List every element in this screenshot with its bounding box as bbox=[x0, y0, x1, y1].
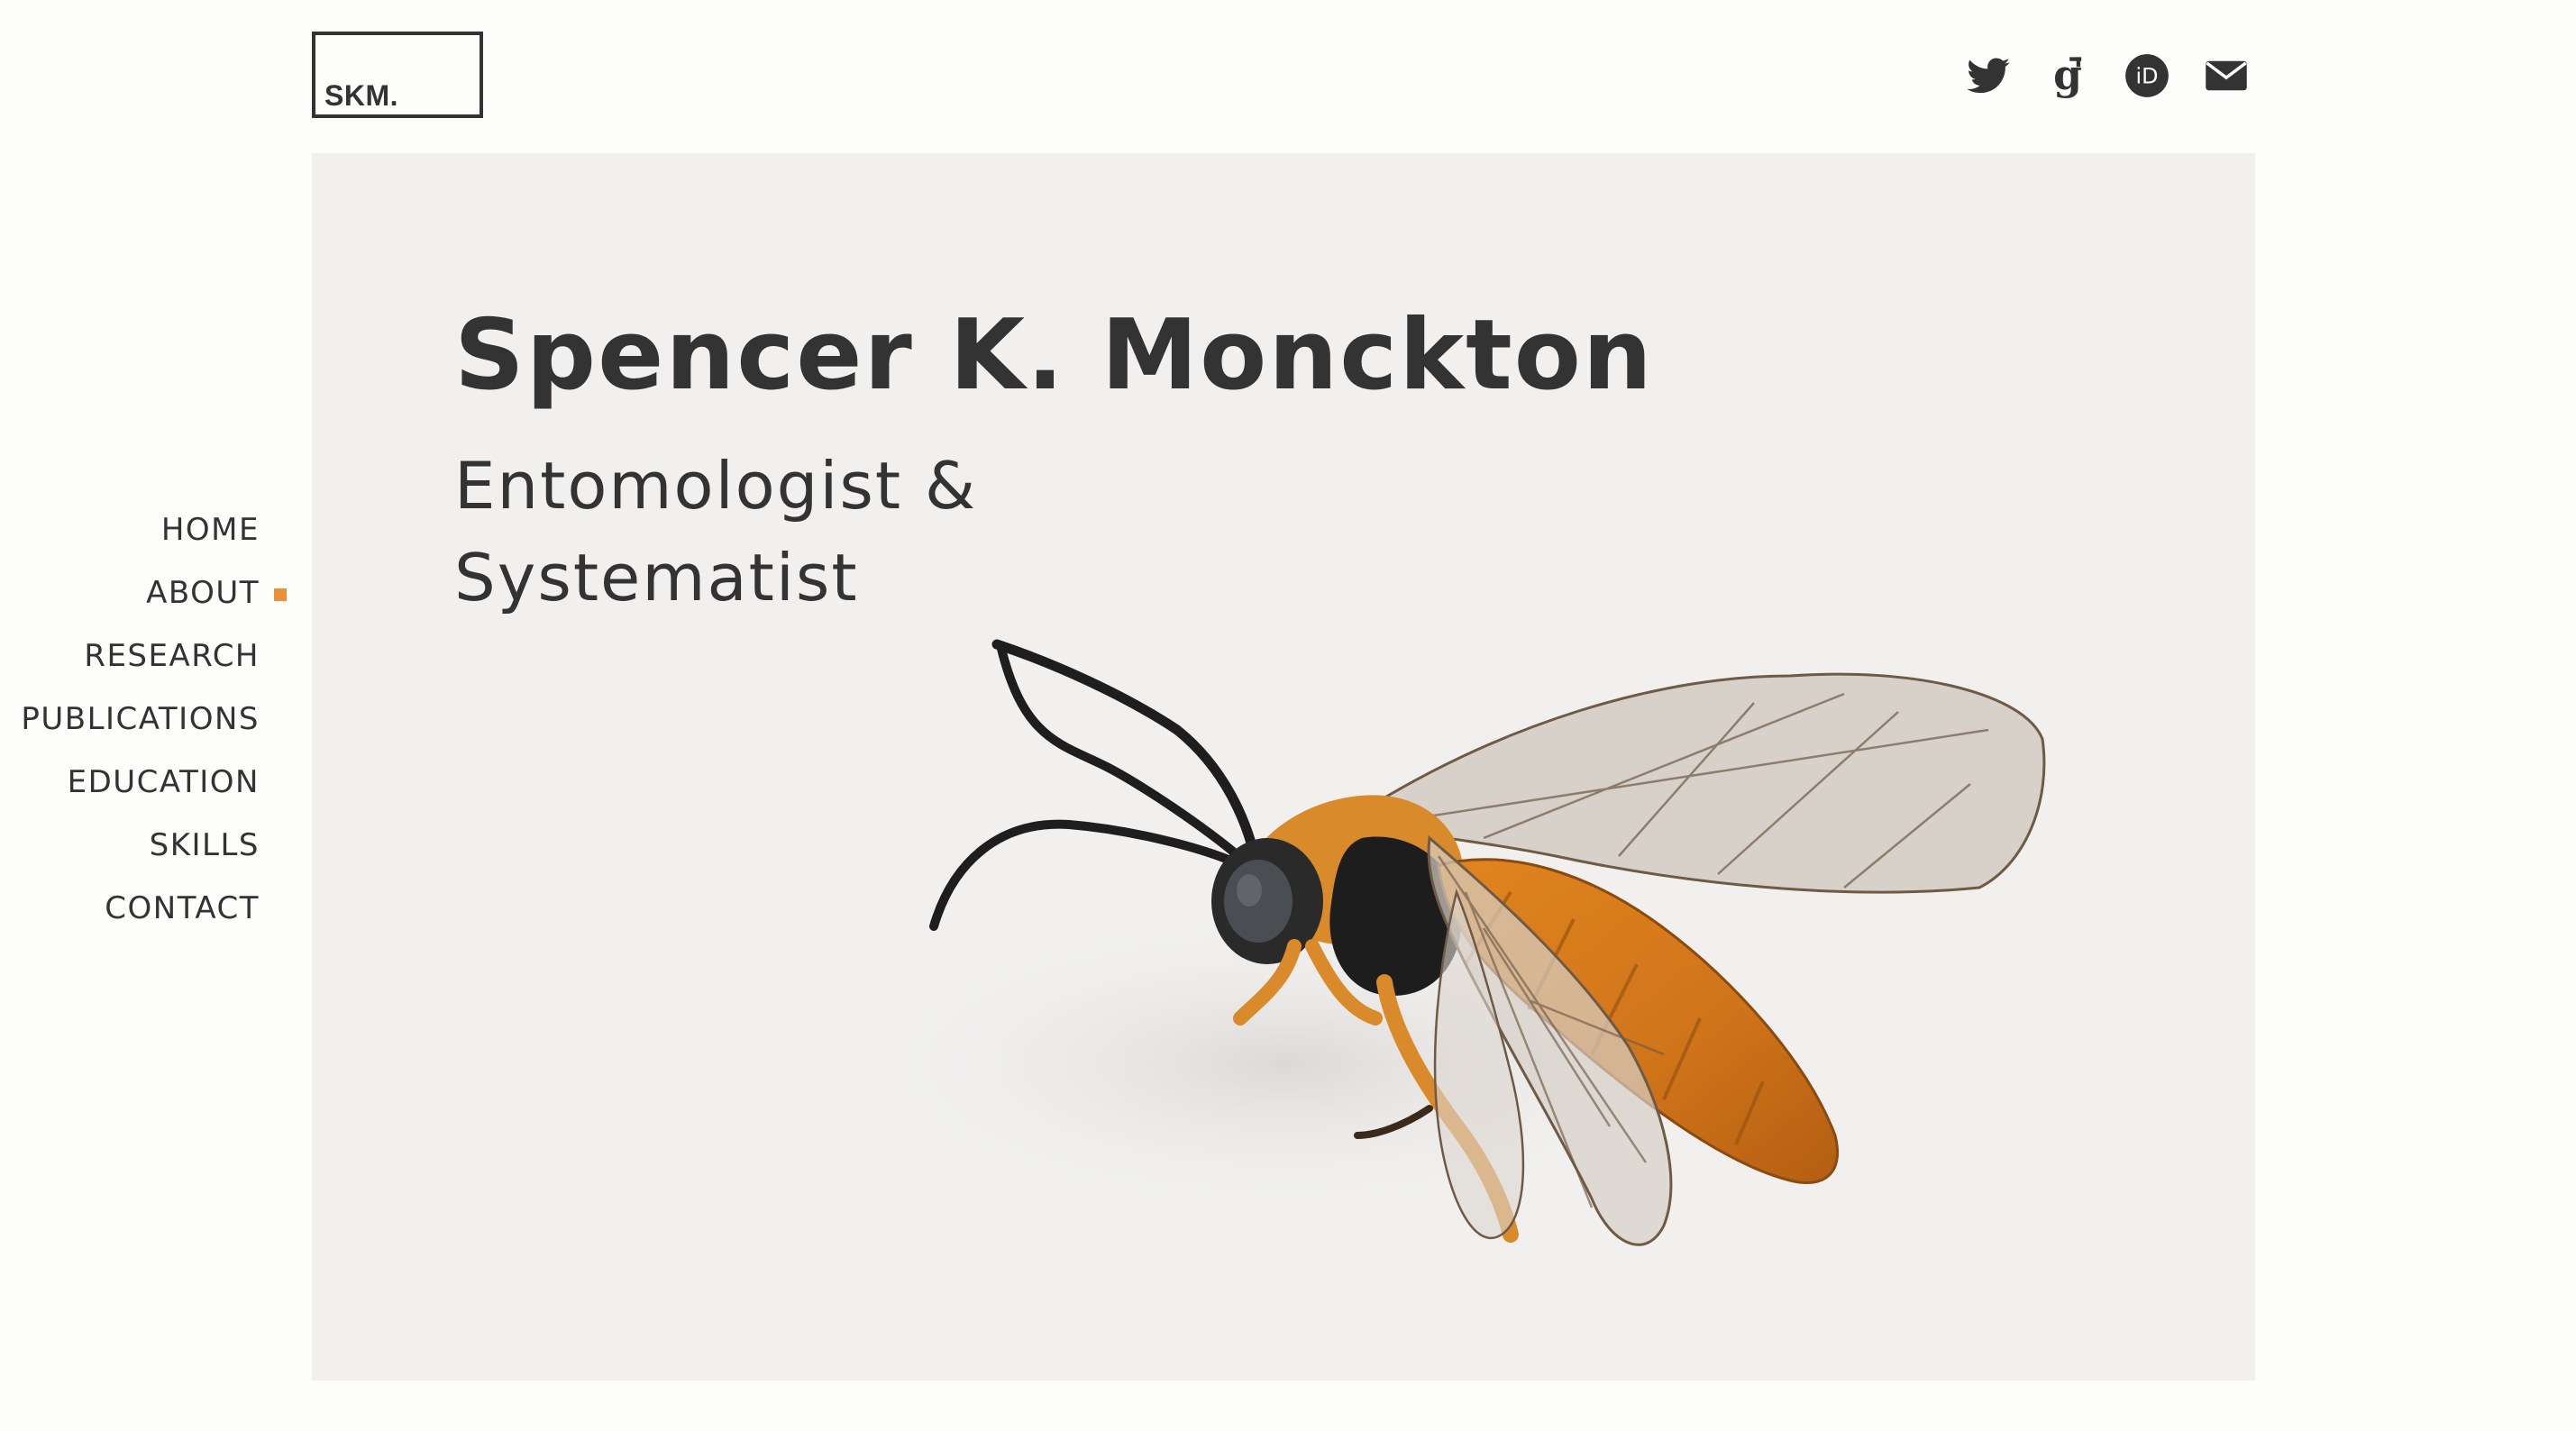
nav-item-label: PUBLICATIONS bbox=[21, 701, 260, 737]
nav-item-publications[interactable]: PUBLICATIONS bbox=[0, 690, 260, 753]
svg-text:iD: iD bbox=[2136, 64, 2159, 89]
twitter-icon[interactable] bbox=[1965, 52, 2012, 99]
email-icon[interactable] bbox=[2203, 52, 2250, 99]
nav-item-label: HOME bbox=[160, 512, 260, 548]
nav-item-skills[interactable]: SKILLS bbox=[0, 816, 260, 880]
site-logo[interactable]: SKM. bbox=[312, 32, 483, 118]
orcid-icon[interactable]: iD bbox=[2124, 52, 2170, 99]
hero-title: Spencer K. Monckton bbox=[454, 299, 1654, 412]
nav-item-contact[interactable]: CONTACT bbox=[0, 880, 260, 943]
nav-item-home[interactable]: HOME bbox=[0, 501, 260, 564]
active-marker bbox=[274, 588, 287, 601]
nav-item-about[interactable]: ABOUT bbox=[0, 564, 287, 627]
nav-item-label: RESEARCH bbox=[84, 638, 260, 674]
nav-item-label: CONTACT bbox=[105, 890, 260, 926]
main-nav: HOME ABOUT RESEARCH PUBLICATIONS EDUCATI… bbox=[0, 501, 287, 943]
hero-subtitle: Entomologist & Systematist bbox=[454, 448, 978, 615]
nav-item-label: EDUCATION bbox=[67, 764, 260, 800]
hero-banner: Spencer K. Monckton Entomologist & Syste… bbox=[312, 153, 2255, 1381]
nav-item-education[interactable]: EDUCATION bbox=[0, 753, 260, 816]
logo-text: SKM. bbox=[324, 79, 398, 112]
nav-item-research[interactable]: RESEARCH bbox=[0, 627, 260, 690]
nav-item-label: ABOUT bbox=[146, 575, 260, 611]
google-scholar-icon[interactable]: g bbox=[2044, 52, 2091, 99]
nav-item-label: SKILLS bbox=[149, 827, 260, 863]
